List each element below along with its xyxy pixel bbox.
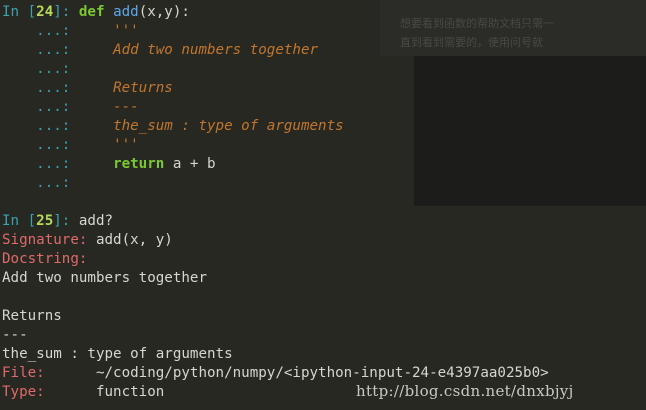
continuation-prompt: ...: bbox=[36, 118, 71, 134]
output-doc-dashes-text: --- bbox=[2, 327, 28, 343]
docstring-the-sum: the_sum : type of arguments bbox=[113, 118, 344, 134]
type-value: function bbox=[44, 384, 165, 400]
output-doc-dashes: --- bbox=[2, 326, 646, 345]
prompt-number: 25 bbox=[36, 213, 54, 229]
watermark-url: http://blog.csdn.net/dnxbjyj bbox=[356, 382, 574, 400]
continuation-prompt: ...: bbox=[36, 99, 71, 115]
return-keyword: return bbox=[113, 156, 165, 172]
ipython-terminal[interactable]: In [24]: def add(x,y): ...: ''' ...: Add… bbox=[2, 3, 646, 410]
docstring-close-quotes: ''' bbox=[113, 137, 139, 153]
prompt-close: ]: bbox=[53, 213, 79, 229]
docstring-summary: Add two numbers together bbox=[113, 42, 319, 58]
continuation-line: ...: ''' bbox=[2, 136, 646, 155]
continuation-line: ...: the_sum : type of arguments bbox=[2, 117, 646, 136]
continuation-prompt: ...: bbox=[36, 137, 71, 153]
continuation-prompt: ...: bbox=[36, 61, 71, 77]
file-line: File: ~/coding/python/numpy/<ipython-inp… bbox=[2, 364, 646, 383]
signature-label: Signature: bbox=[2, 232, 88, 248]
continuation-line: ...: --- bbox=[2, 98, 646, 117]
def-keyword: def bbox=[78, 4, 105, 20]
file-value: ~/coding/python/numpy/<ipython-input-24-… bbox=[44, 365, 549, 381]
function-signature: (x,y): bbox=[138, 4, 190, 20]
prompt-in-label: In [ bbox=[2, 213, 37, 229]
continuation-prompt: ...: bbox=[36, 175, 71, 191]
continuation-prompt: ...: bbox=[36, 156, 71, 172]
continuation-line: ...: bbox=[2, 60, 646, 79]
output-doc-returns: Returns bbox=[2, 307, 646, 326]
input-line-24: In [24]: def add(x,y): bbox=[2, 3, 646, 22]
signature-line: Signature: add(x, y) bbox=[2, 231, 646, 250]
prompt-in-label: In [ bbox=[2, 4, 37, 20]
continuation-line: ...: Returns bbox=[2, 79, 646, 98]
docstring-returns: Returns bbox=[113, 80, 173, 96]
output-doc-the-sum: the_sum : type of arguments bbox=[2, 345, 646, 364]
output-doc-summary: Add two numbers together bbox=[2, 269, 646, 288]
continuation-line: ...: ''' bbox=[2, 22, 646, 41]
signature-value: add(x, y) bbox=[87, 232, 173, 248]
type-label: Type: bbox=[2, 384, 45, 400]
continuation-line: ...: return a + b bbox=[2, 155, 646, 174]
help-command: add? bbox=[78, 213, 114, 229]
continuation-line: ...: bbox=[2, 174, 646, 193]
prompt-number: 24 bbox=[36, 4, 54, 20]
continuation-prompt: ...: bbox=[36, 23, 71, 39]
output-doc-summary-text: Add two numbers together bbox=[2, 270, 207, 286]
docstring-label-line: Docstring: bbox=[2, 250, 646, 269]
function-name: add bbox=[113, 4, 139, 20]
output-doc-returns-text: Returns bbox=[2, 308, 62, 324]
output-doc-the-sum-text: the_sum : type of arguments bbox=[2, 346, 233, 362]
prompt-close: ]: bbox=[53, 4, 79, 20]
continuation-prompt: ...: bbox=[36, 42, 71, 58]
continuation-line: ...: Add two numbers together bbox=[2, 41, 646, 60]
file-label: File: bbox=[2, 365, 45, 381]
docstring-open-quotes: ''' bbox=[113, 23, 139, 39]
docstring-dashes: --- bbox=[113, 99, 139, 115]
docstring-label: Docstring: bbox=[2, 251, 88, 267]
return-expression: a + b bbox=[164, 156, 216, 172]
input-line-25: In [25]: add? bbox=[2, 212, 646, 231]
continuation-prompt: ...: bbox=[36, 80, 71, 96]
